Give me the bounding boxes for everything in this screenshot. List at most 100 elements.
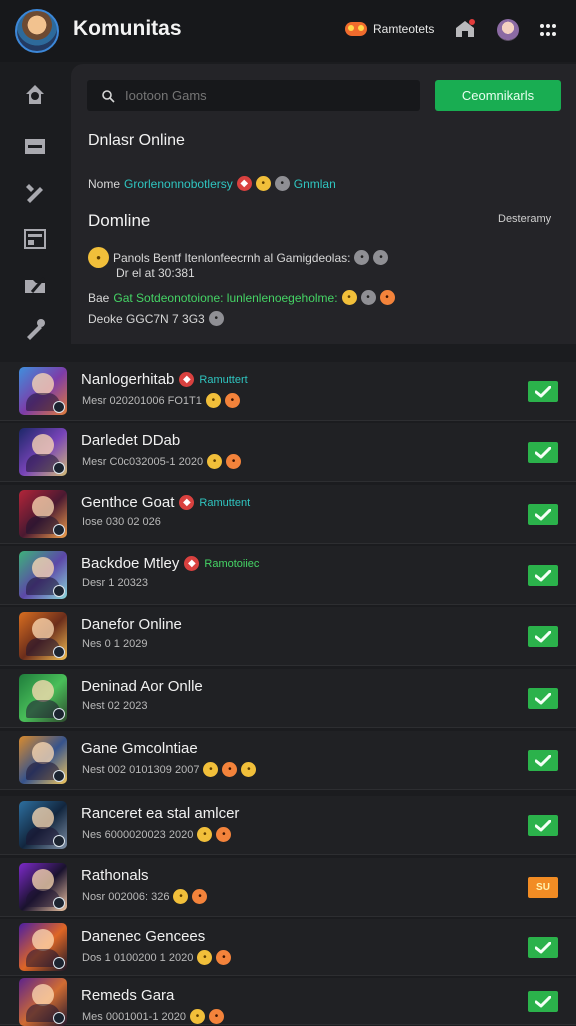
game-avatar[interactable]	[19, 428, 67, 476]
game-subtitle-text: Dos 1 0100200 1 2020	[82, 951, 194, 964]
game-avatar[interactable]	[19, 978, 67, 1026]
game-list-row[interactable]: Danefor Online Nes 0 1 2029	[0, 607, 576, 666]
gray-badge-icon: •	[274, 176, 290, 191]
check-icon	[535, 446, 551, 458]
game-tag[interactable]: Ramotoiiec	[204, 558, 259, 570]
game-avatar[interactable]	[19, 863, 67, 911]
check-icon	[535, 385, 551, 397]
game-list-row[interactable]: Remeds Gara Mes 0001001-1 2020 • •	[0, 978, 576, 1026]
online-section-title: Dnlasr Online	[88, 132, 185, 149]
reaction-icon: •	[224, 393, 240, 408]
feed-line-3-link[interactable]: Gat Sotdeonotoione: lunlenlenoegeholme:	[113, 291, 337, 305]
feed-line-2[interactable]: • Panols Bentf Itenlonfeecrnh al Gamigde…	[88, 247, 389, 268]
game-title: Danefor Online	[81, 616, 182, 633]
game-avatar[interactable]	[19, 612, 67, 660]
reward-status[interactable]: Ramteotets	[345, 22, 434, 36]
game-list-row[interactable]: Genthce Goat ◆ Ramuttent Iose 030 02 026	[0, 485, 576, 544]
grid-icon[interactable]	[539, 23, 557, 37]
game-title-text: Rathonals	[81, 867, 149, 884]
check-button[interactable]	[528, 626, 558, 647]
status-badge	[53, 897, 65, 909]
status-badge	[53, 1012, 65, 1024]
game-title-text: Ranceret ea stal amlcer	[81, 805, 240, 822]
feed-line-1[interactable]: Nome Grorlenonnobotlersy ◆ • • Gnmlan	[88, 176, 336, 191]
reaction-icon: •	[208, 1009, 224, 1024]
feed-line-3-prefix: Bae	[88, 290, 110, 305]
game-subtitle-text: Iose 030 02 026	[82, 516, 161, 528]
action-button[interactable]: SU	[528, 877, 558, 898]
status-badge	[53, 708, 65, 720]
game-title: Ranceret ea stal amlcer	[81, 805, 239, 822]
game-title-text: Darledet DDab	[81, 432, 181, 449]
store-icon[interactable]	[22, 134, 48, 160]
game-title: Backdoe Mtley ◆ Ramotoiiec	[81, 555, 259, 572]
check-button[interactable]	[528, 991, 558, 1012]
game-list-row[interactable]: Nanlogerhitab ◆ Ramuttert Mesr 020201006 FO…	[0, 362, 576, 421]
left-navigation	[0, 62, 71, 358]
game-title: Remeds Gara	[81, 987, 174, 1004]
game-list-row[interactable]: Darledet DDab Mesr C0c032005-1 2020 • •	[0, 423, 576, 482]
check-button[interactable]	[528, 381, 558, 402]
check-button[interactable]	[528, 565, 558, 586]
game-list-row[interactable]: Danenec Gencees Dos 1 0100200 1 2020 • •	[0, 919, 576, 976]
news-icon[interactable]	[22, 226, 48, 252]
game-list-row[interactable]: Deninad Aor Onlle Nest 02 2023	[0, 669, 576, 728]
game-tag-icon: ◆	[179, 495, 195, 510]
game-title-text: Nanlogerhitab	[81, 371, 175, 388]
check-button[interactable]	[528, 442, 558, 463]
folder-icon[interactable]	[22, 272, 48, 298]
check-button[interactable]	[528, 937, 558, 958]
feed-line-1-link[interactable]: Grorlenonnobotlersy	[124, 177, 233, 191]
search-input[interactable]	[123, 87, 387, 104]
status-badge	[53, 835, 65, 847]
game-list-row[interactable]: Backdoe Mtley ◆ Ramotoiiec Desr 1 20323	[0, 546, 576, 605]
check-button[interactable]	[528, 504, 558, 525]
game-avatar[interactable]	[19, 674, 67, 722]
game-avatar[interactable]	[19, 551, 67, 599]
blue-badge-icon: •	[354, 250, 370, 265]
game-subtitle: Iose 030 02 026	[82, 516, 161, 528]
check-icon	[535, 692, 551, 704]
home-icon[interactable]	[453, 17, 477, 41]
game-avatar[interactable]	[19, 801, 67, 849]
game-title-text: Remeds Gara	[81, 987, 175, 1004]
game-subtitle-text: Mesr C0c032005-1 2020	[82, 455, 204, 468]
game-avatar[interactable]	[19, 367, 67, 415]
check-icon	[535, 754, 551, 766]
game-title: Deninad Aor Onlle	[81, 678, 203, 695]
game-avatar[interactable]	[19, 923, 67, 971]
status-badge	[53, 524, 65, 536]
search-button[interactable]: Ceomnikarls	[435, 80, 561, 111]
game-avatar[interactable]	[19, 736, 67, 784]
reaction-icon: •	[173, 889, 189, 904]
check-button[interactable]	[528, 815, 558, 836]
status-badge	[53, 401, 65, 413]
orange-badge-icon: •	[379, 290, 395, 305]
profile-avatar[interactable]	[15, 9, 59, 53]
game-subtitle: Nest 02 2023	[82, 700, 147, 712]
game-list-row[interactable]: Ranceret ea stal amlcer Nes 6000020023 20…	[0, 796, 576, 855]
game-subtitle: Mesr 020201006 FO1T1 • •	[82, 393, 240, 408]
small-user-avatar[interactable]	[497, 19, 519, 41]
game-tag[interactable]: Ramuttert	[199, 374, 247, 386]
game-list-row[interactable]: Rathonals Nosr 002006: 326 • • SU	[0, 858, 576, 917]
settings-icon[interactable]	[22, 317, 48, 343]
feed-line-1-tag[interactable]: Gnmlan	[294, 177, 336, 191]
feed-line-3[interactable]: Bae Gat Sotdeonotoione: lunlenlenoegehol…	[88, 290, 395, 305]
status-badge	[53, 585, 65, 597]
check-button[interactable]	[528, 750, 558, 771]
game-list-row[interactable]: Gane Gmcolntiae Nest 002 0101309 2007 • • •	[0, 731, 576, 790]
game-avatar[interactable]	[19, 490, 67, 538]
check-button[interactable]	[528, 688, 558, 709]
game-tag[interactable]: Ramuttent	[199, 497, 250, 509]
tools-icon[interactable]	[22, 179, 48, 205]
game-tag-icon: ◆	[184, 556, 200, 571]
game-subtitle-text: Mes 0001001-1 2020	[82, 1010, 186, 1023]
feed-line-1-prefix: Nome	[88, 176, 121, 191]
game-subtitle: Mesr C0c032005-1 2020 • •	[82, 454, 242, 469]
status-badge	[53, 646, 65, 658]
top-bar: Komunitas Ramteotets	[0, 0, 576, 62]
game-title-text: Danefor Online	[81, 616, 182, 633]
game-title-text: Backdoe Mtley	[81, 555, 180, 572]
community-icon[interactable]	[22, 82, 48, 108]
